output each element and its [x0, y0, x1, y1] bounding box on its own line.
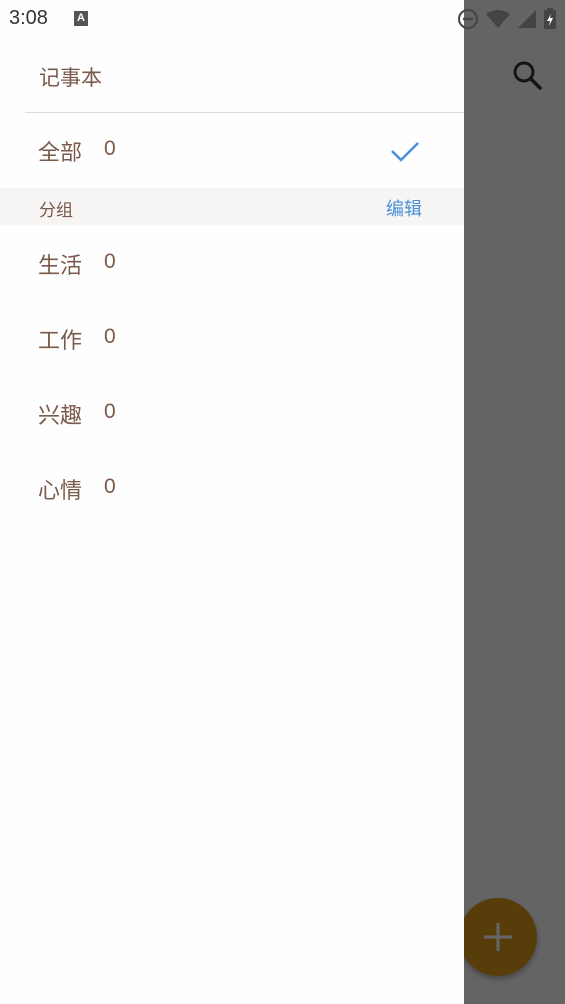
a-notification-icon: A: [74, 11, 88, 26]
edit-groups-button[interactable]: 编辑: [386, 195, 422, 221]
navigation-drawer: 记事本 全部 0 分组 编辑 生活 0 工作 0 兴趣 0 心情 0: [0, 0, 464, 1004]
status-icons: [457, 7, 557, 31]
group-count: 0: [104, 325, 116, 348]
wifi-icon: [486, 10, 510, 28]
header-divider: [25, 112, 464, 113]
battery-icon: [544, 8, 556, 29]
status-bar: 3:08 A: [0, 0, 565, 38]
group-item-interest[interactable]: 兴趣 0: [0, 381, 464, 441]
group-section-label: 分组: [39, 201, 73, 221]
checkmark-icon: [391, 142, 419, 162]
signal-icon: [518, 10, 536, 28]
group-item-work[interactable]: 工作 0: [0, 306, 464, 366]
category-all-count: 0: [104, 137, 116, 160]
group-label: 兴趣: [38, 404, 83, 429]
do-not-disturb-icon: [458, 9, 478, 29]
group-label: 心情: [38, 479, 83, 504]
group-count: 0: [104, 475, 116, 498]
drawer-title: 记事本: [39, 66, 102, 90]
group-count: 0: [104, 250, 116, 273]
group-label: 生活: [38, 254, 83, 279]
category-all-label: 全部: [38, 141, 83, 166]
group-section-header: 分组 编辑: [0, 188, 464, 225]
group-item-life[interactable]: 生活 0: [0, 231, 464, 291]
group-item-mood[interactable]: 心情 0: [0, 456, 464, 516]
group-count: 0: [104, 400, 116, 423]
group-label: 工作: [38, 329, 83, 354]
status-time: 3:08: [9, 7, 48, 29]
